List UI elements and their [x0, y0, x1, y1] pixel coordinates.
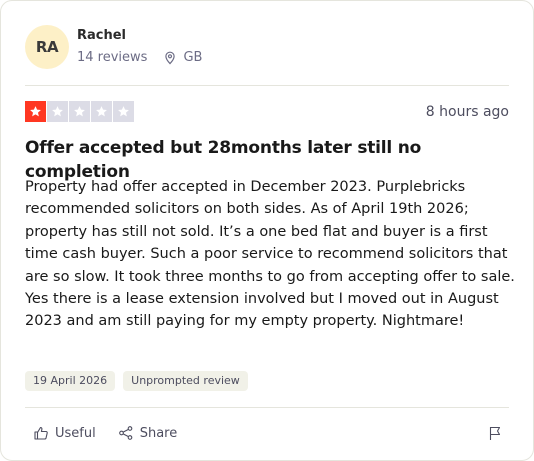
star-empty — [113, 101, 134, 122]
share-icon — [118, 426, 133, 440]
star-icon — [74, 106, 85, 117]
report-flag-button[interactable] — [479, 419, 509, 447]
reviewer-header: RA Rachel 14 reviews GB — [25, 25, 202, 69]
flag-icon — [489, 426, 501, 440]
review-body: Property had offer accepted in December … — [25, 179, 515, 330]
star-empty — [69, 101, 90, 122]
reviewer-name[interactable]: Rachel — [77, 27, 202, 45]
thumbs-up-icon — [34, 426, 48, 440]
review-card: RA Rachel 14 reviews GB 8 hours ago Offe… — [0, 0, 534, 461]
share-button[interactable]: Share — [110, 419, 186, 447]
header-divider — [25, 85, 509, 86]
useful-button[interactable]: Useful — [25, 419, 104, 447]
star-filled — [25, 101, 46, 122]
footer-divider — [25, 407, 509, 408]
reviewer-meta: Rachel 14 reviews GB — [77, 27, 202, 67]
star-icon — [30, 106, 41, 117]
review-tags: 19 April 2026 Unprompted review — [25, 371, 256, 391]
reviewer-location: GB — [163, 49, 202, 67]
star-icon — [96, 106, 107, 117]
reviewer-subline: 14 reviews GB — [77, 49, 202, 67]
review-time: 8 hours ago — [425, 104, 509, 120]
review-actions: Useful Share — [25, 419, 509, 447]
location-text: GB — [183, 50, 203, 65]
star-icon — [118, 106, 129, 117]
share-label: Share — [139, 425, 178, 441]
avatar[interactable]: RA — [25, 25, 69, 69]
reviews-count: 14 reviews — [77, 50, 148, 65]
star-icon — [52, 106, 63, 117]
star-empty — [91, 101, 112, 122]
useful-label: Useful — [55, 425, 96, 441]
star-empty — [47, 101, 68, 122]
date-tag: 19 April 2026 — [25, 371, 116, 391]
star-rating — [25, 101, 135, 122]
review-type-tag[interactable]: Unprompted review — [123, 371, 248, 391]
location-pin-icon — [165, 51, 176, 65]
